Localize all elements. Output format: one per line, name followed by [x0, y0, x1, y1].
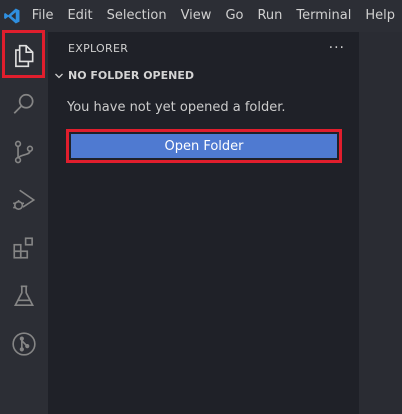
empty-folder-message: You have not yet opened a folder.	[67, 100, 286, 115]
extensions-icon[interactable]	[0, 224, 48, 272]
more-actions-button[interactable]: ···	[329, 41, 345, 55]
testing-icon[interactable]	[0, 272, 48, 320]
chevron-down-icon	[52, 69, 66, 83]
source-control-icon[interactable]	[0, 128, 48, 176]
section-title: NO FOLDER OPENED	[68, 69, 194, 82]
open-folder-button[interactable]: Open Folder	[71, 134, 337, 158]
activity-bar	[0, 32, 48, 414]
menu-help[interactable]: Help	[358, 0, 402, 32]
open-folder-highlight-box: Open Folder	[66, 129, 342, 163]
menu-view[interactable]: View	[174, 0, 219, 32]
menu-bar: File Edit Selection View Go Run Terminal…	[0, 0, 402, 32]
menu-file[interactable]: File	[25, 0, 61, 32]
editor-area	[359, 32, 402, 414]
sidebar-header: EXPLORER ···	[48, 32, 359, 64]
menu-terminal[interactable]: Terminal	[289, 0, 358, 32]
menu-run[interactable]: Run	[250, 0, 289, 32]
sidebar-title: EXPLORER	[68, 41, 129, 55]
run-debug-icon[interactable]	[0, 176, 48, 224]
vscode-logo-icon	[0, 0, 25, 32]
search-icon[interactable]	[0, 80, 48, 128]
section-no-folder[interactable]: NO FOLDER OPENED	[48, 64, 359, 88]
explorer-sidebar: EXPLORER ··· NO FOLDER OPENED You have n…	[48, 32, 359, 414]
git-graph-icon[interactable]	[0, 320, 48, 368]
menu-selection[interactable]: Selection	[100, 0, 174, 32]
menu-go[interactable]: Go	[218, 0, 250, 32]
menu-edit[interactable]: Edit	[60, 0, 99, 32]
explorer-icon[interactable]	[0, 32, 48, 80]
